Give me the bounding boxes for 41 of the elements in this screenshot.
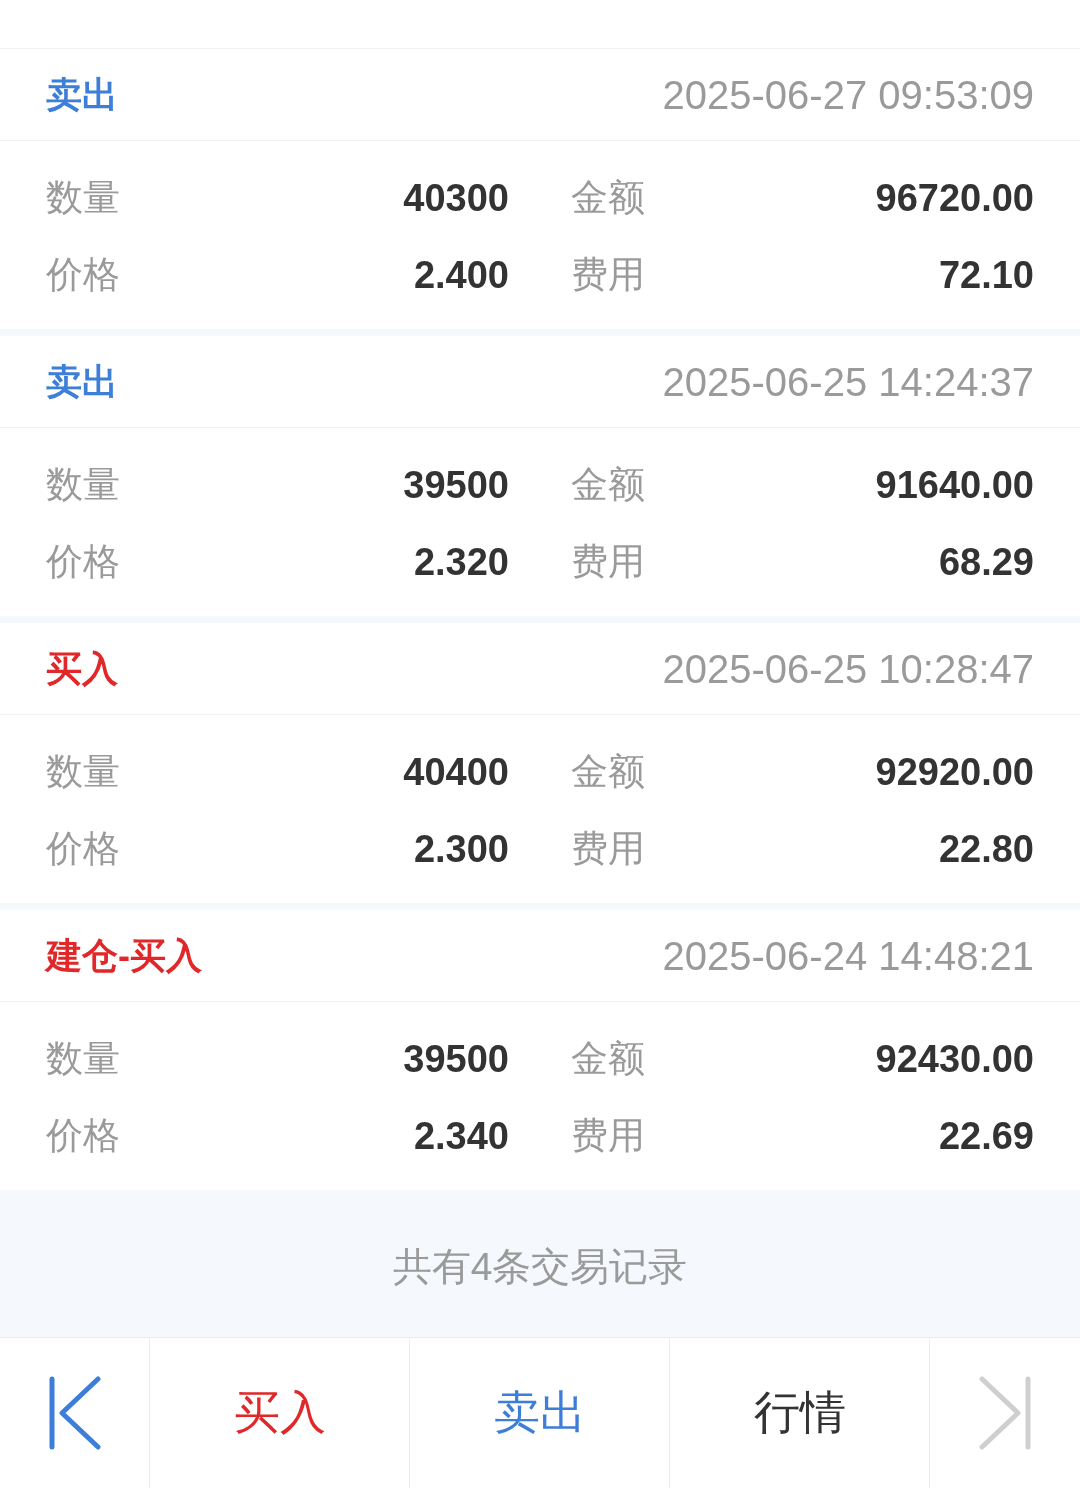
field-label: 数量 — [46, 463, 120, 508]
field-label: 费用 — [571, 253, 645, 298]
trade-time: 2025-06-27 09:53:09 — [662, 71, 1034, 119]
field-value: 39500 — [403, 462, 509, 508]
field-label: 数量 — [46, 176, 120, 221]
trade-type: 卖出 — [46, 72, 118, 117]
field-label: 金额 — [571, 176, 645, 221]
field-label: 金额 — [571, 463, 645, 508]
field-label: 费用 — [571, 1114, 645, 1159]
field-label: 价格 — [46, 253, 120, 298]
field-label: 费用 — [571, 540, 645, 585]
field-label: 价格 — [46, 540, 120, 585]
field-label: 价格 — [46, 827, 120, 872]
field-label: 金额 — [571, 750, 645, 795]
field-value: 2.300 — [413, 826, 509, 872]
field-label: 数量 — [46, 1037, 120, 1082]
trade-type: 卖出 — [46, 359, 118, 404]
field-value: 40300 — [403, 175, 509, 221]
field-value: 40400 — [403, 749, 509, 795]
field-value: 92430.00 — [875, 1036, 1034, 1082]
field-value: 96720.00 — [875, 175, 1034, 221]
field-label: 价格 — [46, 1114, 120, 1159]
trade-time: 2025-06-24 14:48:21 — [662, 932, 1034, 980]
field-value: 2.340 — [413, 1113, 509, 1159]
field-value: 2.320 — [413, 539, 509, 585]
field-value: 91640.00 — [875, 462, 1034, 508]
trade-time: 2025-06-25 10:28:47 — [662, 645, 1034, 693]
field-label: 金额 — [571, 1037, 645, 1082]
field-value: 22.80 — [938, 826, 1034, 872]
field-label: 费用 — [571, 827, 645, 872]
field-value: 22.69 — [938, 1113, 1034, 1159]
trade-type: 买入 — [46, 646, 118, 691]
trade-type: 建仓-买入 — [46, 933, 202, 978]
field-value: 68.29 — [938, 539, 1034, 585]
record-count: 共有4条交易记录 — [392, 1243, 688, 1290]
field-label: 数量 — [46, 750, 120, 795]
field-value: 72.10 — [938, 252, 1034, 298]
field-value: 39500 — [403, 1036, 509, 1082]
field-value: 92920.00 — [875, 749, 1034, 795]
trade-time: 2025-06-25 14:24:37 — [662, 358, 1034, 406]
field-value: 2.400 — [413, 252, 509, 298]
